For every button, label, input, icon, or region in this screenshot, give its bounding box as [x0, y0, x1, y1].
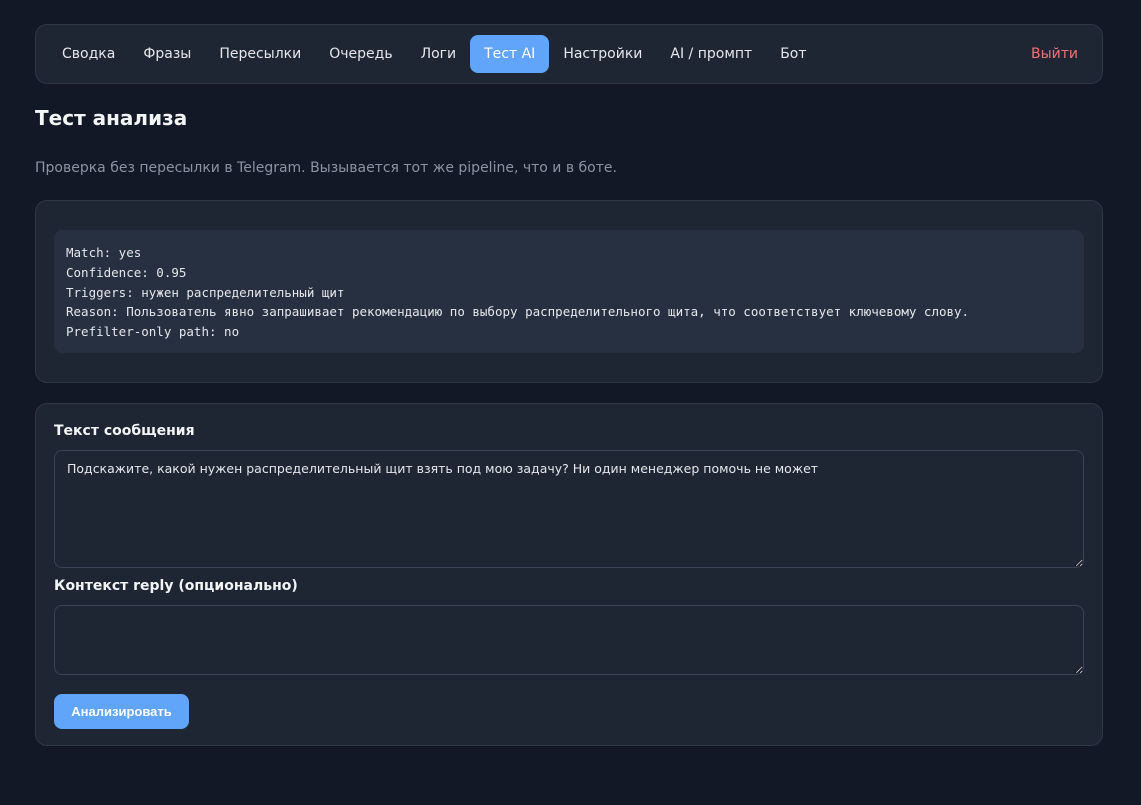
- message-textarea[interactable]: Подскажите, какой нужен распределительны…: [54, 450, 1084, 568]
- nav-item-logs[interactable]: Логи: [407, 35, 471, 73]
- page-title: Тест анализа: [35, 106, 188, 130]
- nav-item-queue[interactable]: Очередь: [315, 35, 406, 73]
- nav-item-forwards[interactable]: Пересылки: [205, 35, 315, 73]
- nav-item-phrases[interactable]: Фразы: [129, 35, 205, 73]
- analyze-form: Текст сообщения Подскажите, какой нужен …: [35, 403, 1103, 746]
- context-textarea[interactable]: [54, 605, 1084, 675]
- result-line-triggers: Triggers: нужен распределительный щит: [66, 284, 345, 300]
- result-line-match: Match: yes: [66, 245, 142, 260]
- result-line-prefilter: Prefilter-only path: no: [66, 324, 240, 340]
- nav-item-bot[interactable]: Бот: [766, 35, 820, 73]
- context-label: Контекст reply (опционально): [54, 578, 298, 594]
- result-card: Match: yes Confidence: 0.95 Triggers: нуже…: [35, 200, 1103, 383]
- nav-item-ai-prompt[interactable]: AI / промпт: [656, 35, 766, 73]
- result-line-confidence: Confidence: 0.95: [66, 264, 187, 280]
- analysis-result: Match: yes Confidence: 0.95 Triggers: нуже…: [54, 230, 1084, 353]
- logout-link[interactable]: Выйти: [1019, 46, 1090, 62]
- analyze-button[interactable]: Анализировать: [54, 694, 189, 729]
- result-line-reason: Reason: Пользователь явно запрашивает ре…: [66, 304, 970, 320]
- nav-item-settings[interactable]: Настройки: [549, 35, 656, 73]
- page-subtitle: Проверка без пересылки в Telegram. Вызыв…: [35, 160, 617, 176]
- nav-item-summary[interactable]: Сводка: [48, 35, 129, 73]
- message-label: Текст сообщения: [54, 423, 195, 439]
- top-navigation: Сводка Фразы Пересылки Очередь Логи Тест…: [35, 24, 1103, 84]
- nav-item-test-ai[interactable]: Тест AI: [470, 35, 550, 73]
